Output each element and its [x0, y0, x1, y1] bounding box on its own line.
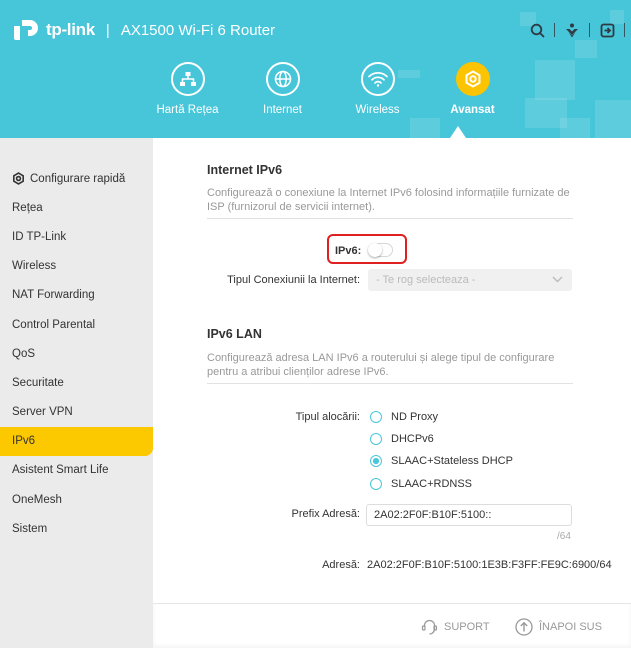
active-nav-indicator: [450, 126, 466, 138]
nav-label: Wireless: [355, 104, 400, 116]
radio-label: SLAAC+Stateless DHCP: [391, 455, 513, 467]
prefix-length-suffix: /64: [557, 531, 571, 542]
header-actions: [524, 18, 631, 42]
sidebar-item-nat-forwarding[interactable]: NAT Forwarding: [0, 281, 153, 310]
radio-slaac-rdnss[interactable]: SLAAC+RDNSS: [370, 478, 472, 490]
internet-ipv6-description: Configurează o conexiune la Internet IPv…: [207, 187, 570, 213]
sidebar-item-label: Rețea: [12, 201, 43, 214]
chevron-down-icon: [552, 274, 563, 286]
arrow-up-circle-icon: [515, 618, 533, 636]
radio-label: DHCPv6: [391, 433, 434, 445]
support-label: SUPORT: [444, 620, 490, 633]
header-divider: [554, 23, 555, 37]
allocation-type-label: Tipul alocării:: [295, 411, 360, 423]
radio-button[interactable]: [370, 478, 382, 490]
decor-shape: [595, 100, 631, 138]
tp-link-logo: tp-link | AX1500 Wi-Fi 6 Router: [12, 16, 275, 44]
search-icon[interactable]: [524, 18, 550, 42]
connection-type-select[interactable]: - Te rog selecteaza -: [368, 269, 572, 291]
header-divider: [589, 23, 590, 37]
decor-shape: [575, 40, 597, 58]
back-to-top-label: ÎNAPOI SUS: [539, 621, 602, 633]
header-divider: [624, 23, 625, 37]
nav-wireless[interactable]: Wireless: [330, 62, 425, 116]
radio-dhcpv6[interactable]: DHCPv6: [370, 433, 434, 445]
sidebar-item-ipv6[interactable]: IPv6: [0, 426, 153, 456]
nav-network-map[interactable]: Hartă Rețea: [140, 62, 235, 116]
ipv6-toggle-label: IPv6:: [335, 245, 362, 257]
back-to-top-link[interactable]: ÎNAPOI SUS: [515, 618, 602, 636]
sidebar-item-wireless[interactable]: Wireless: [0, 252, 153, 281]
logout-icon[interactable]: [594, 18, 620, 42]
tp-link-logo-icon: [12, 16, 42, 44]
radio-button[interactable]: [370, 433, 382, 445]
ipv6-lan-title: IPv6 LAN: [207, 327, 262, 341]
sidebar-item-label: Asistent Smart Life: [12, 464, 109, 477]
sidebar-item-label: IPv6: [12, 435, 36, 448]
sidebar-item-tp-link-id[interactable]: ID TP-Link: [0, 222, 153, 251]
sidebar-item-qos[interactable]: QoS: [0, 339, 153, 368]
brand-name: tp-link: [46, 20, 95, 39]
decor-shape: [560, 118, 590, 138]
radio-button[interactable]: [370, 411, 382, 423]
ipv6-toggle[interactable]: [368, 243, 393, 257]
sidebar-item-onemesh[interactable]: OneMesh: [0, 485, 153, 514]
router-model: AX1500 Wi-Fi 6 Router: [120, 21, 276, 39]
connection-type-placeholder: - Te rog selecteaza -: [376, 274, 476, 286]
ipv6-lan-description: Configurează adresa LAN IPv6 a routerulu…: [207, 352, 555, 378]
gear-icon: [455, 62, 490, 96]
globe-icon: [265, 62, 300, 96]
sidebar-item-label: Control Parental: [12, 318, 96, 331]
headset-icon: [421, 619, 438, 635]
decor-shape: [410, 118, 440, 138]
sidebar-item-label: ID TP-Link: [12, 230, 67, 243]
sidebar-item-system[interactable]: Sistem: [0, 514, 153, 543]
sidebar-item-vpn-server[interactable]: Server VPN: [0, 398, 153, 427]
sidebar-item-label: Server VPN: [12, 406, 73, 419]
radio-nd-proxy[interactable]: ND Proxy: [370, 411, 438, 423]
sidebar-item-quick-setup[interactable]: Configurare rapidă: [0, 164, 153, 193]
radio-label: ND Proxy: [391, 411, 439, 423]
sidebar-item-security[interactable]: Securitate: [0, 368, 153, 397]
nav-label: Internet: [263, 104, 302, 116]
sidebar-item-parental-control[interactable]: Control Parental: [0, 310, 153, 339]
sidebar-item-label: QoS: [12, 347, 36, 360]
prefix-address-label: Prefix Adresă:: [291, 508, 360, 520]
sidebar-item-label: Sistem: [12, 522, 48, 535]
sidebar-item-smart-life[interactable]: Asistent Smart Life: [0, 456, 153, 485]
main-nav: Hartă Rețea Internet Wireless Avansat: [140, 62, 520, 116]
sidebar-item-network[interactable]: Rețea: [0, 193, 153, 222]
sidebar-item-label: NAT Forwarding: [12, 289, 95, 302]
sidebar-item-label: Wireless: [12, 260, 57, 273]
nav-advanced[interactable]: Avansat: [425, 62, 520, 116]
nav-internet[interactable]: Internet: [235, 62, 330, 116]
sidebar-item-label: OneMesh: [12, 493, 62, 506]
support-link[interactable]: SUPORT: [421, 618, 490, 635]
section-divider: [207, 218, 573, 219]
decor-shape: [535, 60, 575, 100]
section-divider: [207, 383, 573, 384]
nav-label: Avansat: [450, 104, 495, 116]
header: tp-link | AX1500 Wi-Fi 6 Router Hartă Re…: [0, 0, 631, 138]
address-label: Adresă:: [322, 559, 360, 571]
radio-label: SLAAC+RDNSS: [391, 478, 473, 490]
radio-slaac-stateless-dhcp[interactable]: SLAAC+Stateless DHCP: [370, 455, 513, 467]
wifi-icon: [360, 62, 395, 96]
prefix-address-input[interactable]: 2A02:2F0F:B10F:5100::: [366, 504, 572, 526]
download-icon[interactable]: [559, 18, 585, 42]
address-value: 2A02:2F0F:B10F:5100:1E3B:F3FF:FE9C:6900/…: [367, 559, 612, 571]
gear-icon: [12, 172, 25, 185]
toggle-knob: [368, 243, 382, 257]
sidebar-item-label: Securitate: [12, 376, 64, 389]
footer: SUPORT ÎNAPOI SUS: [153, 603, 631, 648]
nav-label: Hartă Rețea: [156, 104, 219, 116]
network-map-icon: [170, 62, 205, 96]
connection-type-label: Tipul Conexiunii la Internet:: [227, 274, 360, 286]
internet-ipv6-title: Internet IPv6: [207, 163, 283, 177]
brand-separator: |: [105, 21, 110, 39]
main-content: Internet IPv6 Configurează o conexiune l…: [153, 138, 631, 603]
sidebar-item-label: Configurare rapidă: [30, 172, 126, 185]
radio-button-checked[interactable]: [370, 455, 382, 467]
sidebar: Configurare rapidă Rețea ID TP-Link Wire…: [0, 138, 153, 648]
